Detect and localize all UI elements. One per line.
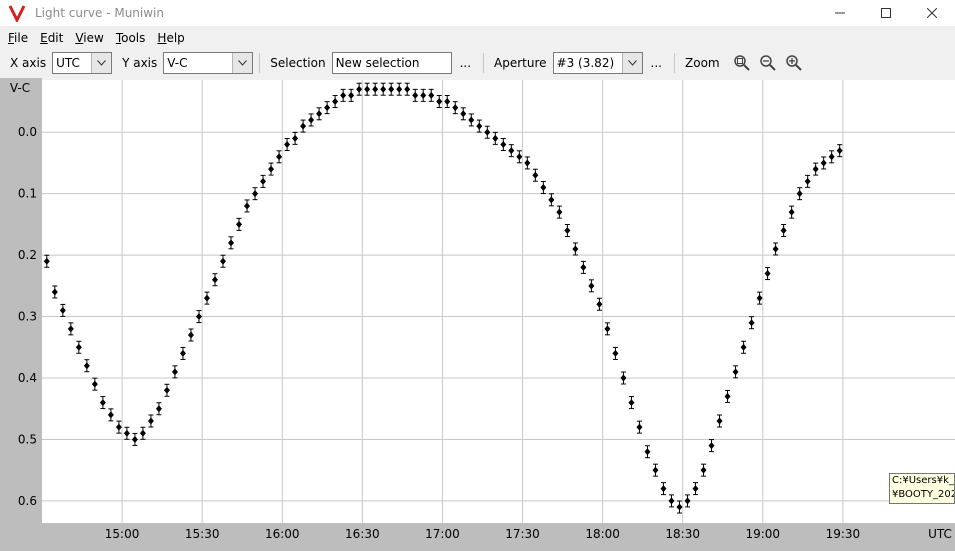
y-axis-select[interactable]: V-C [163, 52, 254, 74]
chevron-down-icon [232, 53, 253, 73]
aperture-more-button[interactable]: ... [651, 56, 662, 70]
y-tick-label: 0.5 [18, 432, 37, 446]
window-title: Light curve - Muniwin [35, 6, 164, 20]
y-tick-label: 0.1 [18, 187, 37, 201]
x-axis-gutter [0, 523, 955, 551]
tooltip-line: ¥BOOTY_202 [892, 489, 955, 500]
maximize-button[interactable] [863, 0, 909, 26]
zoom-out-icon[interactable] [758, 53, 778, 73]
y-tick-label: 0.6 [18, 494, 37, 508]
x-tick-label: 19:00 [745, 527, 780, 541]
x-tick-label: 16:30 [345, 527, 380, 541]
x-tick-label: 16:00 [265, 527, 300, 541]
x-tick-label: 15:30 [185, 527, 220, 541]
menu-bar: File Edit View Tools Help [0, 28, 189, 48]
x-tick-label: 18:00 [585, 527, 620, 541]
toolbar-separator [674, 53, 675, 73]
tooltip-line: C:¥Users¥k_k [892, 475, 955, 486]
zoom-label: Zoom [685, 56, 720, 70]
chevron-down-icon [621, 53, 642, 73]
selection-field[interactable]: New selection [331, 52, 452, 74]
y-tick-label: 0.4 [18, 371, 37, 385]
x-axis-label: X axis [10, 56, 47, 70]
close-button[interactable] [909, 0, 955, 26]
aperture-label: Aperture [494, 56, 547, 70]
zoom-fit-icon[interactable] [732, 53, 752, 73]
minimize-button[interactable] [817, 0, 863, 26]
plot-background [42, 80, 955, 523]
menu-file[interactable]: File [4, 31, 32, 45]
menu-view[interactable]: View [71, 31, 107, 45]
light-curve-chart[interactable]: 15:00 15:30 16:00 16:30 17:00 17:30 18:00 18:30… [0, 78, 955, 551]
selection-label: Selection [270, 56, 326, 70]
menu-edit[interactable]: Edit [36, 31, 67, 45]
menu-tools[interactable]: Tools [112, 31, 150, 45]
x-tick-label: 15:00 [105, 527, 140, 541]
menu-help[interactable]: Help [153, 31, 188, 45]
y-tick-label: 0.3 [18, 310, 37, 324]
zoom-in-icon[interactable] [784, 53, 804, 73]
toolbar: X axis UTC Y axis V-C Selection New sele… [0, 49, 955, 77]
aperture-select[interactable]: #3 (3.82) [552, 52, 643, 74]
y-axis-label: V-C [10, 81, 30, 95]
selection-more-button[interactable]: ... [460, 56, 471, 70]
chart-svg: 15:00 15:30 16:00 16:30 17:00 17:30 18:00 18:30… [0, 78, 955, 551]
x-axis-label: UTC [928, 527, 952, 541]
x-tick-label: 18:30 [665, 527, 700, 541]
toolbar-separator [483, 53, 485, 73]
app-logo-icon [7, 3, 27, 23]
x-tick-label: 17:30 [505, 527, 540, 541]
x-axis-select[interactable]: UTC [52, 52, 113, 74]
title-bar: Light curve - Muniwin [0, 0, 955, 26]
y-axis-label: Y axis [122, 56, 158, 70]
file-path-tooltip: C:¥Users¥k_k ¥BOOTY_202 [889, 473, 955, 504]
y-tick-label: 0.0 [18, 125, 37, 139]
x-tick-label: 19:30 [826, 527, 861, 541]
x-tick-label: 17:00 [425, 527, 460, 541]
toolbar-separator [259, 53, 261, 73]
y-tick-label: 0.2 [18, 248, 37, 262]
chevron-down-icon [91, 53, 112, 73]
